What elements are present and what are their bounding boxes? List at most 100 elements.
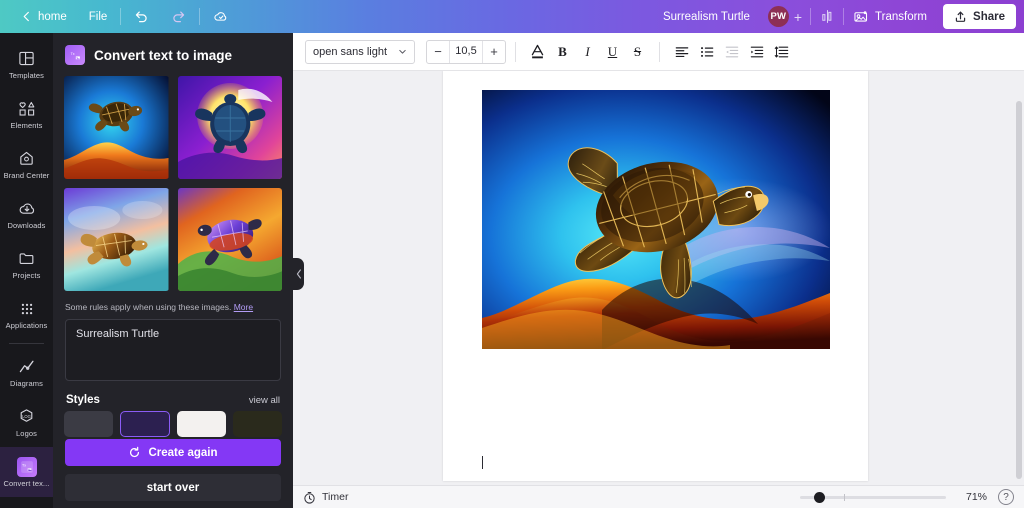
chevron-left-icon — [296, 269, 302, 279]
outdent-icon — [724, 44, 740, 60]
sidebar-item-logos[interactable]: LOG Logos — [0, 397, 53, 447]
timer-button[interactable]: Timer — [303, 491, 348, 504]
bullet-list-icon — [699, 44, 715, 60]
usage-rules-text: Some rules apply when using these images… — [53, 291, 293, 318]
zoom-slider-thumb[interactable] — [814, 491, 825, 503]
generated-image-3[interactable] — [64, 188, 169, 291]
text-cursor — [482, 456, 483, 469]
file-menu-button[interactable]: File — [78, 0, 119, 33]
start-over-button[interactable]: start over — [65, 474, 281, 501]
bullet-list-button[interactable] — [694, 39, 719, 64]
share-label: Share — [973, 10, 1005, 23]
bar-chart-icon — [820, 9, 835, 24]
prompt-input-value: Surrealism Turtle — [76, 328, 160, 340]
sidebar-item-projects[interactable]: Projects — [0, 239, 53, 289]
chevron-left-icon — [21, 11, 32, 22]
indent-button[interactable] — [744, 39, 769, 64]
zoom-percentage[interactable]: 71% — [957, 491, 987, 503]
usage-rules-more-link[interactable]: More — [234, 302, 253, 312]
sidebar-item-label: Diagrams — [10, 378, 43, 388]
panel-header: Tx Convert text to image — [53, 33, 293, 74]
outdent-button[interactable] — [719, 39, 744, 64]
transform-icon — [853, 9, 869, 25]
document-title[interactable]: Surrealism Turtle — [651, 11, 762, 23]
text-color-button[interactable] — [525, 39, 550, 64]
generated-image-4[interactable] — [177, 188, 282, 291]
text-align-button[interactable] — [669, 39, 694, 64]
top-bar-divider-2 — [199, 8, 201, 25]
zoom-slider-tick — [844, 493, 845, 501]
refresh-icon — [128, 446, 141, 459]
style-chip-3[interactable] — [176, 411, 226, 437]
style-chip-1[interactable] — [64, 411, 114, 437]
create-again-button[interactable]: Create again — [65, 439, 281, 466]
diagrams-chart-icon — [17, 357, 37, 377]
canvas-area[interactable] — [293, 71, 1024, 485]
transform-button[interactable]: Transform — [846, 4, 936, 29]
chevron-down-icon — [398, 47, 407, 56]
svg-text:LOG: LOG — [22, 414, 31, 419]
add-collaborator-button[interactable]: + — [794, 10, 802, 24]
file-menu-label: File — [88, 10, 108, 23]
sidebar-item-templates[interactable]: Templates — [0, 39, 53, 89]
share-button[interactable]: Share — [943, 4, 1016, 29]
toolbar-divider-1 — [515, 41, 516, 62]
strikethrough-button[interactable]: S — [625, 39, 650, 64]
cloud-sync-button[interactable] — [202, 0, 240, 33]
surrealism-turtle-artwork[interactable] — [482, 90, 830, 349]
prompt-input[interactable]: Surrealism Turtle — [65, 319, 281, 381]
downloads-icon — [17, 199, 37, 219]
align-left-icon — [674, 44, 690, 60]
generated-image-1[interactable] — [64, 76, 169, 179]
document-page[interactable] — [443, 71, 868, 481]
collaborators-group: PW + — [762, 6, 808, 27]
back-to-home-label: home — [38, 10, 67, 23]
logos-icon: LOG — [17, 407, 37, 427]
sidebar-item-applications[interactable]: Applications — [0, 289, 53, 339]
status-bar: Timer 71% ? — [293, 485, 1024, 508]
upload-icon — [954, 10, 967, 23]
sidebar-item-brand-center[interactable]: Brand Center — [0, 139, 53, 189]
style-chip-4[interactable] — [232, 411, 283, 437]
undo-button[interactable] — [123, 0, 160, 33]
sidebar-item-elements[interactable]: Elements — [0, 89, 53, 139]
italic-button[interactable]: I — [575, 39, 600, 64]
start-over-label: start over — [146, 481, 200, 494]
redo-button[interactable] — [160, 0, 197, 33]
font-size-increase-button[interactable]: + — [483, 41, 505, 63]
font-size-input[interactable]: 10,5 — [449, 40, 483, 63]
toolbar-divider-2 — [659, 41, 660, 62]
top-bar-divider-3 — [810, 8, 812, 25]
line-spacing-button[interactable] — [769, 39, 794, 64]
usage-rules-label: Some rules apply when using these images… — [65, 302, 232, 312]
panel-collapse-handle[interactable] — [293, 258, 304, 290]
style-chip-2[interactable] — [120, 411, 170, 437]
help-button[interactable]: ? — [998, 489, 1014, 505]
sidebar-item-convert-text-to-image[interactable]: Tx Convert tex... — [0, 447, 53, 497]
styles-view-all-link[interactable]: view all — [249, 395, 280, 406]
generated-image-2[interactable] — [177, 76, 282, 179]
stats-button[interactable] — [813, 4, 841, 29]
zoom-slider[interactable] — [800, 490, 946, 504]
svg-text:Tx: Tx — [21, 463, 25, 467]
font-family-select[interactable]: open sans light — [305, 39, 415, 64]
canvas-vertical-scrollbar[interactable] — [1016, 101, 1022, 479]
back-to-home-button[interactable]: home — [10, 0, 78, 33]
convert-text-to-image-icon: Tx — [65, 45, 85, 65]
generated-images-grid — [53, 74, 293, 291]
sidebar-item-diagrams[interactable]: Diagrams — [0, 347, 53, 397]
redo-icon — [171, 9, 186, 24]
underline-button[interactable]: U — [600, 39, 625, 64]
sidebar-item-label: Elements — [10, 120, 43, 130]
svg-text:Tx: Tx — [70, 52, 74, 56]
font-size-decrease-button[interactable]: − — [427, 41, 449, 63]
convert-text-to-image-panel: Tx Convert text to image Some rules appl… — [53, 33, 293, 508]
app-root: home File Surrealism Turtle PW + Transfo… — [0, 0, 1024, 508]
create-again-label: Create again — [148, 446, 218, 459]
font-size-stepper: − 10,5 + — [426, 39, 506, 64]
sidebar-item-downloads[interactable]: Downloads — [0, 189, 53, 239]
top-bar-left-group: home File — [0, 0, 240, 33]
brand-center-icon — [17, 149, 37, 169]
avatar[interactable]: PW — [767, 6, 789, 27]
bold-button[interactable]: B — [550, 39, 575, 64]
